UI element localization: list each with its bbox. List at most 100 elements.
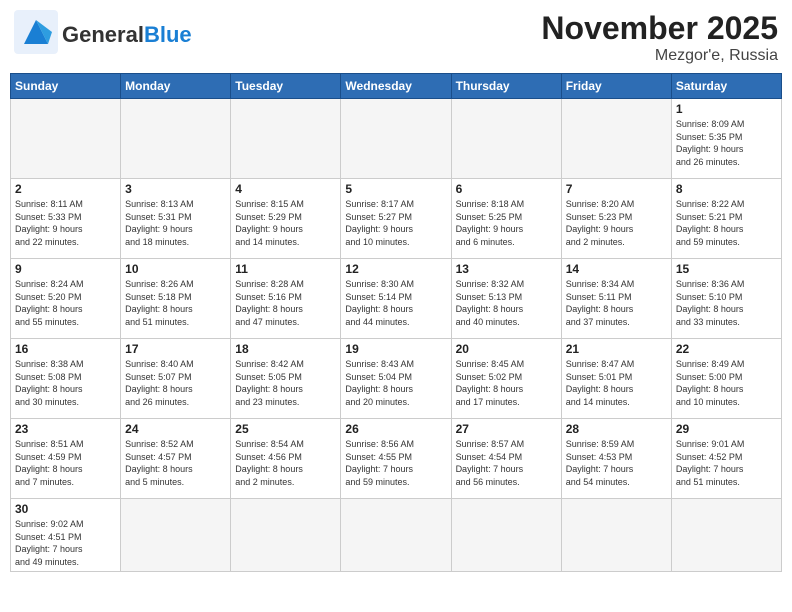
day-number: 5 (345, 182, 446, 196)
day-info: Sunrise: 8:40 AM Sunset: 5:07 PM Dayligh… (125, 358, 226, 408)
day-info: Sunrise: 8:49 AM Sunset: 5:00 PM Dayligh… (676, 358, 777, 408)
table-row (451, 99, 561, 179)
day-number: 12 (345, 262, 446, 276)
table-row: 5 Sunrise: 8:17 AM Sunset: 5:27 PM Daylig… (341, 179, 451, 259)
calendar-header-row: Sunday Monday Tuesday Wednesday Thursday… (11, 74, 782, 99)
table-row (121, 99, 231, 179)
col-saturday: Saturday (671, 74, 781, 99)
day-number: 14 (566, 262, 667, 276)
table-row: 26Sunrise: 8:56 AM Sunset: 4:55 PM Dayli… (341, 419, 451, 499)
table-row: 14Sunrise: 8:34 AM Sunset: 5:11 PM Dayli… (561, 259, 671, 339)
table-row: 10Sunrise: 8:26 AM Sunset: 5:18 PM Dayli… (121, 259, 231, 339)
day-info: Sunrise: 8:15 AM Sunset: 5:29 PM Dayligh… (235, 198, 336, 248)
day-info: Sunrise: 8:38 AM Sunset: 5:08 PM Dayligh… (15, 358, 116, 408)
logo-general: General (62, 22, 144, 47)
day-info: Sunrise: 8:22 AM Sunset: 5:21 PM Dayligh… (676, 198, 777, 248)
table-row: 7 Sunrise: 8:20 AM Sunset: 5:23 PM Daylig… (561, 179, 671, 259)
day-number: 26 (345, 422, 446, 436)
table-row (341, 499, 451, 572)
day-info: Sunrise: 8:13 AM Sunset: 5:31 PM Dayligh… (125, 198, 226, 248)
calendar-week-row: 2 Sunrise: 8:11 AM Sunset: 5:33 PM Daylig… (11, 179, 782, 259)
day-number: 19 (345, 342, 446, 356)
day-number: 21 (566, 342, 667, 356)
table-row: 15Sunrise: 8:36 AM Sunset: 5:10 PM Dayli… (671, 259, 781, 339)
day-number: 9 (15, 262, 116, 276)
table-row: 6Sunrise: 8:18 AM Sunset: 5:25 PM Daylig… (451, 179, 561, 259)
day-info: Sunrise: 8:52 AM Sunset: 4:57 PM Dayligh… (125, 438, 226, 488)
day-info: Sunrise: 8:59 AM Sunset: 4:53 PM Dayligh… (566, 438, 667, 488)
calendar-week-row: 30Sunrise: 9:02 AM Sunset: 4:51 PM Dayli… (11, 499, 782, 572)
page-title: November 2025 (541, 10, 778, 47)
day-number: 2 (15, 182, 116, 196)
day-number: 6 (456, 182, 557, 196)
calendar-week-row: 9 Sunrise: 8:24 AM Sunset: 5:20 PM Daylig… (11, 259, 782, 339)
day-info: Sunrise: 8:47 AM Sunset: 5:01 PM Dayligh… (566, 358, 667, 408)
table-row (561, 99, 671, 179)
day-info: Sunrise: 8:30 AM Sunset: 5:14 PM Dayligh… (345, 278, 446, 328)
page-header: GeneralBlue November 2025 Mezgor'e, Russ… (10, 10, 782, 65)
table-row (231, 99, 341, 179)
day-number: 1 (676, 102, 777, 116)
day-number: 3 (125, 182, 226, 196)
logo: GeneralBlue (14, 10, 192, 59)
col-tuesday: Tuesday (231, 74, 341, 99)
day-number: 20 (456, 342, 557, 356)
table-row: 21 Sunrise: 8:47 AM Sunset: 5:01 PM Dayli… (561, 339, 671, 419)
col-thursday: Thursday (451, 74, 561, 99)
day-number: 7 (566, 182, 667, 196)
col-wednesday: Wednesday (341, 74, 451, 99)
day-info: Sunrise: 8:09 AM Sunset: 5:35 PM Dayligh… (676, 118, 777, 168)
day-info: Sunrise: 8:26 AM Sunset: 5:18 PM Dayligh… (125, 278, 226, 328)
logo-name: GeneralBlue (62, 22, 192, 48)
logo-icon (14, 10, 58, 59)
table-row: 9 Sunrise: 8:24 AM Sunset: 5:20 PM Daylig… (11, 259, 121, 339)
day-info: Sunrise: 8:57 AM Sunset: 4:54 PM Dayligh… (456, 438, 557, 488)
logo-blue: Blue (144, 22, 192, 47)
day-number: 13 (456, 262, 557, 276)
day-info: Sunrise: 8:20 AM Sunset: 5:23 PM Dayligh… (566, 198, 667, 248)
day-info: Sunrise: 8:54 AM Sunset: 4:56 PM Dayligh… (235, 438, 336, 488)
table-row: 30Sunrise: 9:02 AM Sunset: 4:51 PM Dayli… (11, 499, 121, 572)
table-row: 28 Sunrise: 8:59 AM Sunset: 4:53 PM Dayli… (561, 419, 671, 499)
day-number: 23 (15, 422, 116, 436)
day-info: Sunrise: 8:11 AM Sunset: 5:33 PM Dayligh… (15, 198, 116, 248)
table-row: 1 Sunrise: 8:09 AM Sunset: 5:35 PM Daylig… (671, 99, 781, 179)
table-row: 16Sunrise: 8:38 AM Sunset: 5:08 PM Dayli… (11, 339, 121, 419)
day-number: 22 (676, 342, 777, 356)
day-number: 28 (566, 422, 667, 436)
table-row: 22 Sunrise: 8:49 AM Sunset: 5:00 PM Dayli… (671, 339, 781, 419)
day-info: Sunrise: 9:01 AM Sunset: 4:52 PM Dayligh… (676, 438, 777, 488)
calendar-week-row: 1 Sunrise: 8:09 AM Sunset: 5:35 PM Daylig… (11, 99, 782, 179)
table-row: 25Sunrise: 8:54 AM Sunset: 4:56 PM Dayli… (231, 419, 341, 499)
table-row (121, 499, 231, 572)
table-row (451, 499, 561, 572)
table-row: 20Sunrise: 8:45 AM Sunset: 5:02 PM Dayli… (451, 339, 561, 419)
table-row: 2 Sunrise: 8:11 AM Sunset: 5:33 PM Daylig… (11, 179, 121, 259)
col-friday: Friday (561, 74, 671, 99)
table-row: 4 Sunrise: 8:15 AM Sunset: 5:29 PM Daylig… (231, 179, 341, 259)
col-sunday: Sunday (11, 74, 121, 99)
table-row: 11Sunrise: 8:28 AM Sunset: 5:16 PM Dayli… (231, 259, 341, 339)
table-row (671, 499, 781, 572)
table-row: 3 Sunrise: 8:13 AM Sunset: 5:31 PM Daylig… (121, 179, 231, 259)
table-row: 23Sunrise: 8:51 AM Sunset: 4:59 PM Dayli… (11, 419, 121, 499)
table-row: 17 Sunrise: 8:40 AM Sunset: 5:07 PM Dayli… (121, 339, 231, 419)
table-row (231, 499, 341, 572)
day-number: 4 (235, 182, 336, 196)
day-info: Sunrise: 8:24 AM Sunset: 5:20 PM Dayligh… (15, 278, 116, 328)
table-row (561, 499, 671, 572)
day-info: Sunrise: 9:02 AM Sunset: 4:51 PM Dayligh… (15, 518, 116, 568)
table-row: 29 Sunrise: 9:01 AM Sunset: 4:52 PM Dayli… (671, 419, 781, 499)
calendar-week-row: 23Sunrise: 8:51 AM Sunset: 4:59 PM Dayli… (11, 419, 782, 499)
day-number: 17 (125, 342, 226, 356)
day-info: Sunrise: 8:32 AM Sunset: 5:13 PM Dayligh… (456, 278, 557, 328)
calendar-table: Sunday Monday Tuesday Wednesday Thursday… (10, 73, 782, 572)
day-number: 15 (676, 262, 777, 276)
table-row: 12 Sunrise: 8:30 AM Sunset: 5:14 PM Dayli… (341, 259, 451, 339)
day-info: Sunrise: 8:17 AM Sunset: 5:27 PM Dayligh… (345, 198, 446, 248)
table-row: 8Sunrise: 8:22 AM Sunset: 5:21 PM Daylig… (671, 179, 781, 259)
day-number: 29 (676, 422, 777, 436)
calendar-week-row: 16Sunrise: 8:38 AM Sunset: 5:08 PM Dayli… (11, 339, 782, 419)
table-row: 24Sunrise: 8:52 AM Sunset: 4:57 PM Dayli… (121, 419, 231, 499)
col-monday: Monday (121, 74, 231, 99)
